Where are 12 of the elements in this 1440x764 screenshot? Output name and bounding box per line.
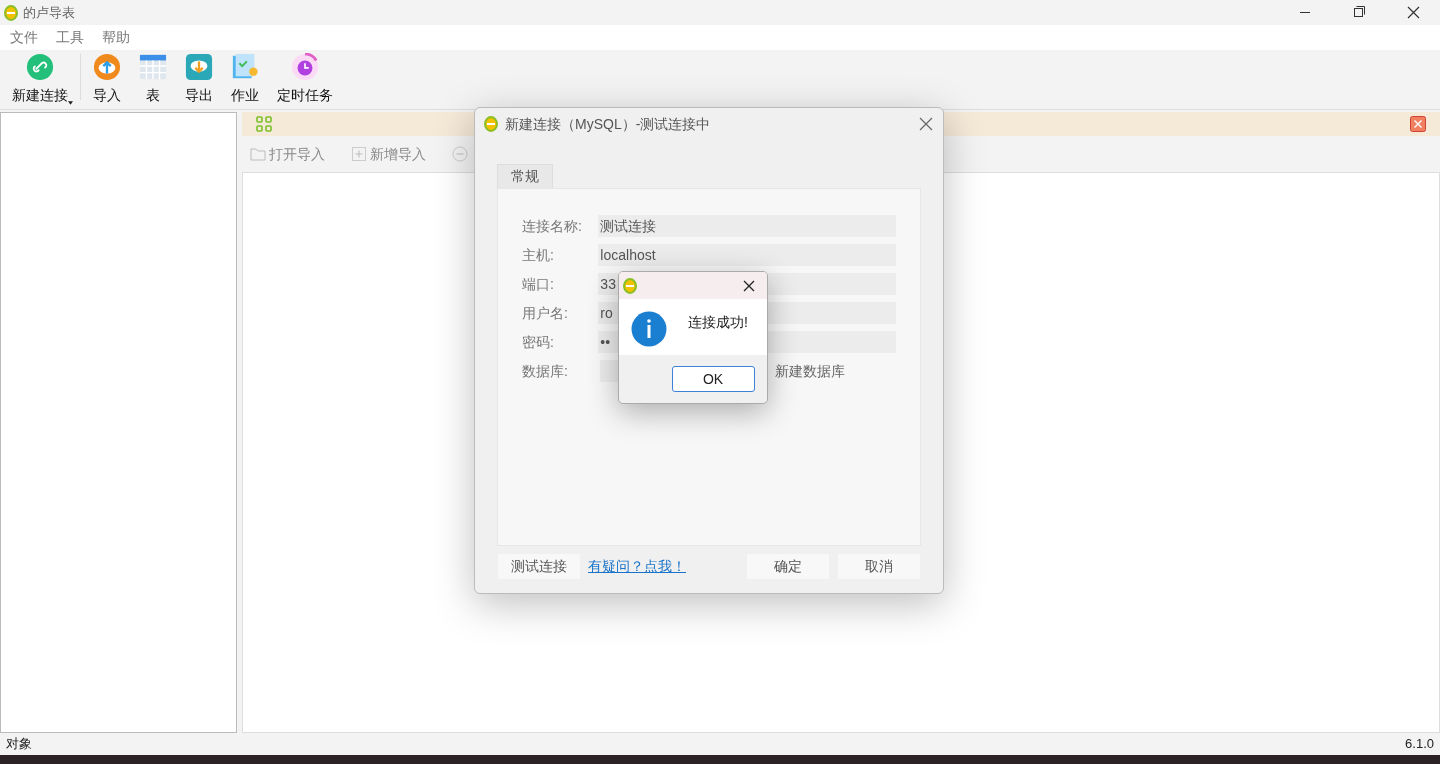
field-label: 主机: bbox=[522, 245, 555, 265]
status-text: 对象 bbox=[6, 735, 32, 754]
field-label: 连接名称: bbox=[522, 216, 583, 236]
new-database-label: 新建数据库 bbox=[775, 361, 845, 381]
window-title: 的卢导表 bbox=[23, 3, 75, 22]
dialog-title: 新建连接（MySQL）-测试连接中 bbox=[505, 114, 711, 134]
field-label: 端口: bbox=[522, 274, 555, 294]
message-text: 连接成功! bbox=[688, 313, 748, 332]
field-label: 用户名: bbox=[522, 303, 569, 323]
version-text: 6.1.0 bbox=[1405, 735, 1434, 754]
field-label: 数据库: bbox=[522, 361, 569, 381]
field-label: 密码: bbox=[522, 332, 555, 352]
